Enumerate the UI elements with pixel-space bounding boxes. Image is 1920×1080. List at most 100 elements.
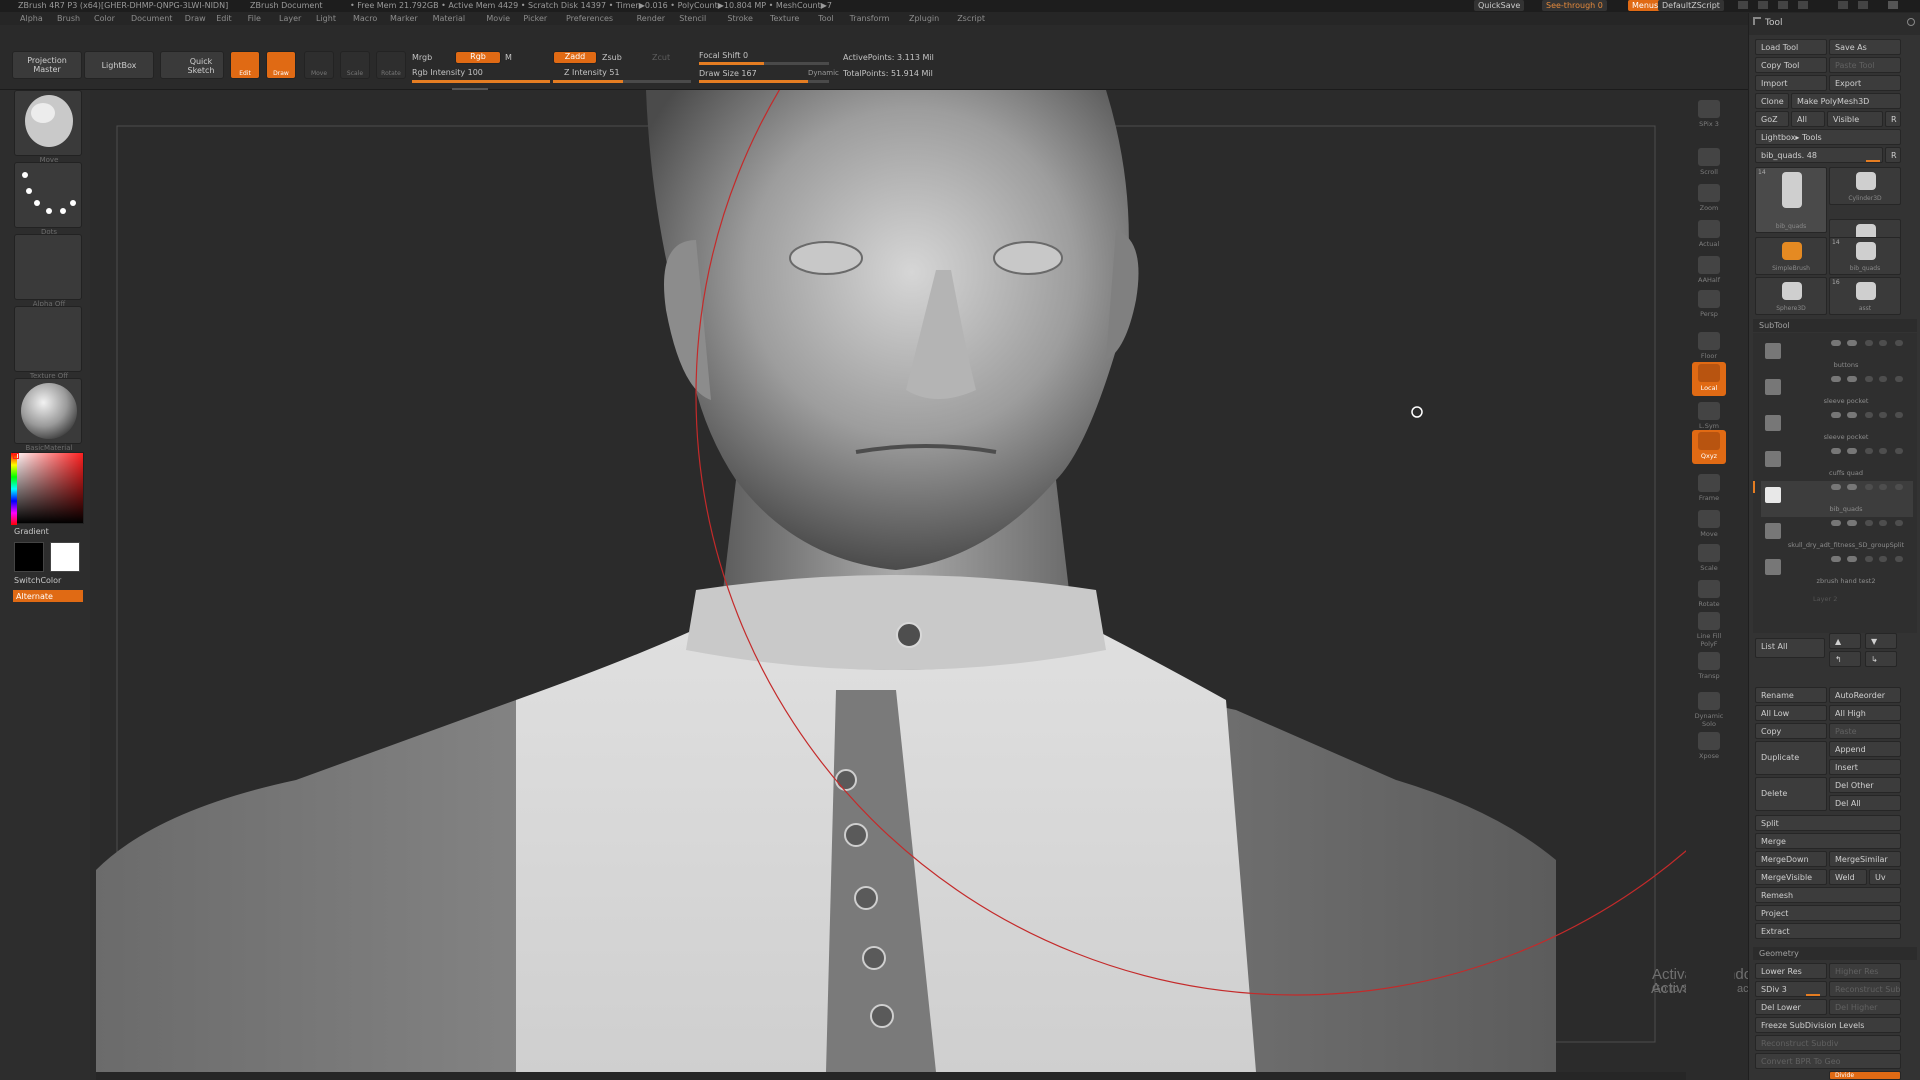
brush-icon[interactable] [1879,556,1887,562]
divide-button[interactable]: Divide [1829,1071,1901,1080]
all-low-button[interactable]: All Low [1755,705,1827,721]
polypaint-toggle-icon[interactable] [1847,340,1857,346]
tool-thumb-bib-quads[interactable]: bib_quads 14 [1755,167,1827,233]
z-intensity-slider[interactable] [553,80,691,83]
convert-bpr-button[interactable]: Convert BPR To Geo [1755,1053,1901,1069]
color-picker[interactable] [11,452,84,525]
goz-r-button[interactable]: R [1885,111,1901,127]
tool-thumb-asst[interactable]: asst 16 [1829,277,1901,315]
material-picker[interactable]: BasicMaterial [14,378,82,452]
visibility-toggle-icon[interactable] [1831,556,1841,562]
lock-icon[interactable] [1865,556,1873,562]
menu-marker[interactable]: Marker [390,14,418,23]
zsub-button[interactable]: Zsub [602,53,622,62]
rgb-button[interactable]: Rgb [455,51,501,64]
see-through-slider[interactable]: See-through 0 [1542,0,1607,11]
aahalf-button[interactable]: AAHalf [1692,254,1726,288]
l-sym-button[interactable]: L.Sym [1692,400,1726,434]
palette-close-icon[interactable] [1907,18,1915,26]
merge-visible-button[interactable]: MergeVisible [1755,869,1827,885]
transp-button[interactable]: Transp [1692,650,1726,684]
primary-color-swatch[interactable] [14,542,44,572]
visibility-toggle-icon[interactable] [1831,412,1841,418]
scroll-button[interactable]: Scroll [1692,146,1726,180]
eye-icon[interactable] [1895,556,1903,562]
export-button[interactable]: Export [1829,75,1901,91]
zadd-button[interactable]: Zadd [553,51,597,64]
list-all-button[interactable]: List All [1755,638,1825,658]
default-zscript-button[interactable]: DefaultZScript [1658,0,1724,11]
dynamic-solo-button[interactable]: Dynamic Solo [1692,690,1726,728]
tool-thumb-simplebrush[interactable]: SimpleBrush [1755,237,1827,275]
subtool-row[interactable]: sleeve pocket [1761,409,1913,445]
move-mode-button[interactable]: Move [304,51,334,79]
menu-layer[interactable]: Layer [279,14,301,23]
minimize-icon[interactable] [1838,1,1848,9]
paste-tool-button[interactable]: Paste Tool [1829,57,1901,73]
del-all-button[interactable]: Del All [1829,795,1901,811]
polypaint-toggle-icon[interactable] [1847,556,1857,562]
draw-mode-button[interactable]: Draw [266,51,296,79]
brush-icon[interactable] [1879,520,1887,526]
save-as-button[interactable]: Save As [1829,39,1901,55]
move-down-right-arrow-icon[interactable]: ↳ [1865,651,1897,667]
spix-3-button[interactable]: SPix 3 [1692,98,1726,132]
document-canvas[interactable]: Activate Windows [96,90,1686,1072]
menu-alpha[interactable]: Alpha [20,14,43,23]
move-up-left-arrow-icon[interactable]: ↰ [1829,651,1861,667]
maximize-icon[interactable] [1858,1,1868,9]
make-polymesh-button[interactable]: Make PolyMesh3D [1791,93,1901,109]
merge-down-button[interactable]: MergeDown [1755,851,1827,867]
lock-icon[interactable] [1865,340,1873,346]
eye-icon[interactable] [1895,376,1903,382]
visibility-toggle-icon[interactable] [1831,376,1841,382]
rotate-button[interactable]: Rotate [1692,578,1726,612]
polypaint-toggle-icon[interactable] [1847,376,1857,382]
eye-icon[interactable] [1895,448,1903,454]
delete-button[interactable]: Delete [1755,777,1827,811]
paste-subtool-button[interactable]: Paste [1829,723,1901,739]
visibility-toggle-icon[interactable] [1831,448,1841,454]
scale-mode-button[interactable]: Scale [340,51,370,79]
brush-icon[interactable] [1879,412,1887,418]
reconstruct-subdiv-full-button[interactable]: Reconstruct Subdiv [1755,1035,1901,1051]
alpha-picker[interactable]: Alpha Off [14,234,82,308]
menu-stroke[interactable]: Stroke [727,14,753,23]
texture-picker[interactable]: Texture Off [14,306,82,380]
current-tool-slider[interactable]: bib_quads. 48 [1755,147,1883,163]
close-icon[interactable] [1888,1,1898,9]
subtool-row[interactable]: buttons [1761,337,1913,373]
lock-icon[interactable] [1865,520,1873,526]
menu-light[interactable]: Light [316,14,336,23]
insert-button[interactable]: Insert [1829,759,1901,775]
weld-button[interactable]: Weld [1829,869,1867,885]
zcut-button[interactable]: Zcut [652,53,670,62]
tool-r-button[interactable]: R [1885,147,1901,163]
polypaint-toggle-icon[interactable] [1847,448,1857,454]
m-button[interactable]: M [505,53,512,62]
subtool-row[interactable]: sleeve pocket [1761,373,1913,409]
subtool-row[interactable]: skull_dry_adt_fitness_SD_groupSplit [1761,517,1913,553]
brush-icon[interactable] [1879,340,1887,346]
draw-size-slider[interactable] [699,80,829,83]
menu-brush[interactable]: Brush [57,14,80,23]
menu-texture[interactable]: Texture [770,14,799,23]
move-up-arrow-icon[interactable]: ▲ [1829,633,1861,649]
menu-movie[interactable]: Movie [486,14,510,23]
quick-sketch-button[interactable]: Quick Sketch [160,51,224,79]
edit-mode-button[interactable]: Edit [230,51,260,79]
copy-tool-button[interactable]: Copy Tool [1755,57,1827,73]
split-button[interactable]: Split [1755,815,1901,831]
load-tool-button[interactable]: Load Tool [1755,39,1827,55]
menu-transform[interactable]: Transform [850,14,890,23]
geometry-header[interactable]: Geometry [1753,947,1917,960]
line-fill-polyf-button[interactable]: Line Fill PolyF [1692,610,1726,648]
subtool-row[interactable]: zbrush hand test2 [1761,553,1913,589]
visibility-toggle-icon[interactable] [1831,520,1841,526]
mrgb-button[interactable]: Mrgb [412,53,432,62]
menu-edit[interactable]: Edit [216,14,232,23]
polypaint-toggle-icon[interactable] [1847,520,1857,526]
rotate-mode-button[interactable]: Rotate [376,51,406,79]
hue-strip[interactable] [11,453,17,525]
menu-render[interactable]: Render [637,14,665,23]
